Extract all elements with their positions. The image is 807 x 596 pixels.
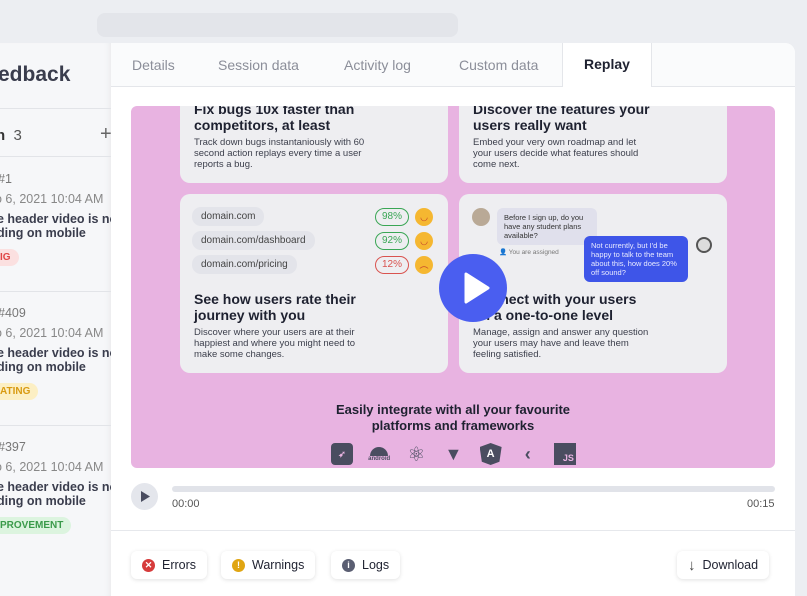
download-button[interactable]: ↓ Download — [677, 551, 770, 579]
card-body: Manage, assign and answer any question yo… — [473, 327, 649, 360]
list-item[interactable]: #409 o 6, 2021 10:04 AM e header video i… — [0, 292, 111, 426]
sidebar-title: edback — [0, 63, 71, 86]
item-date: o 6, 2021 10:04 AM — [0, 326, 104, 340]
logs-label: Logs — [362, 558, 390, 572]
framework-logos: ➶ android ⚛ ▼ A ‹ JS — [331, 442, 576, 466]
item-title: e header video is no ding on mobile — [0, 480, 111, 508]
card-title: Discover the features your users really w… — [473, 106, 650, 133]
rating-percent: 98% — [375, 208, 409, 226]
feature-card-bugs: Fix bugs 10x faster than competitors, at … — [180, 106, 448, 183]
detail-panel: Details Session data Activity log Custom… — [111, 43, 795, 596]
domain-chip: domain.com/pricing — [192, 255, 297, 274]
player-play-button[interactable] — [131, 483, 158, 510]
errors-label: Errors — [162, 558, 197, 572]
play-icon — [464, 272, 490, 304]
search-bar[interactable] — [97, 13, 458, 37]
divider — [111, 530, 795, 531]
item-title: e header video is no ding on mobile — [0, 346, 111, 374]
replay-video[interactable]: Fix bugs 10x faster than competitors, at … — [131, 106, 775, 468]
download-label: Download — [702, 558, 759, 572]
chat-answer: Not currently, but I'd be happy to talk … — [584, 236, 688, 282]
flutter-icon: ‹ — [524, 443, 531, 464]
tab-session-data[interactable]: Session data — [218, 57, 299, 73]
domain-chip: domain.com — [192, 207, 265, 226]
android-icon: android — [368, 443, 390, 465]
avatar — [472, 208, 490, 226]
rating-percent: 92% — [375, 232, 409, 250]
current-time: 00:00 — [172, 498, 200, 510]
warnings-button[interactable]: ! Warnings — [221, 551, 316, 579]
assigned-label: 👤 You are assigned — [499, 249, 559, 256]
feature-card-roadmap: Discover the features your users really w… — [459, 106, 727, 183]
list-item[interactable]: #397 o 6, 2021 10:04 AM e header video i… — [0, 426, 111, 560]
happy-emoji-icon: ◡ — [415, 232, 433, 250]
item-title: e header video is no ding on mobile — [0, 212, 111, 240]
status-badge: ATING — [0, 383, 39, 400]
play-icon — [141, 491, 150, 502]
error-icon: ✕ — [142, 558, 155, 572]
tab-replay[interactable]: Replay — [562, 43, 652, 87]
feedback-count: n 3 — [0, 127, 22, 144]
tab-activity-log[interactable]: Activity log — [344, 57, 411, 73]
download-icon: ↓ — [688, 556, 696, 574]
item-date: o 6, 2021 10:04 AM — [0, 460, 104, 474]
integrate-heading: Easily integrate with all your favourite — [335, 402, 571, 417]
card-body: Embed your very own roadmap and let your … — [473, 137, 639, 170]
window-edge — [795, 0, 807, 596]
domain-chip: domain.com/dashboard — [192, 231, 315, 250]
warnings-label: Warnings — [252, 558, 305, 572]
integrate-heading: platforms and frameworks — [371, 418, 535, 433]
happy-emoji-icon: ◡ — [415, 208, 433, 226]
card-body: Discover where your users are at their ha… — [194, 327, 356, 360]
swift-icon: ➶ — [331, 443, 353, 465]
card-body: Track down bugs instantaniously with 60 s… — [194, 137, 365, 170]
tab-details[interactable]: Details — [132, 57, 175, 73]
plus-icon[interactable]: + — [100, 123, 111, 146]
item-number: #397 — [0, 440, 26, 454]
logs-button[interactable]: i Logs — [331, 551, 401, 579]
divider — [0, 108, 111, 109]
warning-icon: ! — [232, 558, 245, 572]
tab-custom-data[interactable]: Custom data — [459, 57, 538, 73]
angular-icon: A — [479, 443, 502, 465]
chat-question: Before I sign up, do you have any studen… — [497, 208, 597, 245]
tab-bar: Details Session data Activity log Custom… — [111, 43, 795, 87]
info-icon: i — [342, 558, 355, 572]
item-number: #409 — [0, 306, 26, 320]
list-item[interactable]: #1 o 6, 2021 10:04 AM e header video is … — [0, 158, 111, 292]
status-badge: IG — [0, 249, 19, 266]
play-button[interactable] — [439, 254, 507, 322]
sad-emoji-icon: ︵ — [415, 256, 433, 274]
rating-percent: 12% — [375, 256, 409, 274]
item-date: o 6, 2021 10:04 AM — [0, 192, 104, 206]
duration: 00:15 — [747, 498, 775, 510]
card-title: Fix bugs 10x faster than competitors, at … — [194, 106, 355, 133]
javascript-icon: JS — [553, 443, 576, 465]
feedback-sidebar: edback n 3 + #1 o 6, 2021 10:04 AM e hea… — [0, 43, 111, 596]
vue-icon: ▼ — [444, 443, 463, 464]
react-icon: ⚛ — [407, 443, 426, 466]
progress-bar[interactable] — [172, 486, 775, 492]
errors-button[interactable]: ✕ Errors — [131, 551, 208, 579]
item-number: #1 — [0, 172, 12, 186]
divider — [0, 156, 111, 157]
avatar — [696, 237, 712, 253]
card-title: See how users rate their journey with you — [194, 291, 356, 323]
status-badge: PROVEMENT — [0, 517, 72, 534]
feature-card-ratings: domain.com domain.com/dashboard domain.c… — [180, 194, 448, 373]
